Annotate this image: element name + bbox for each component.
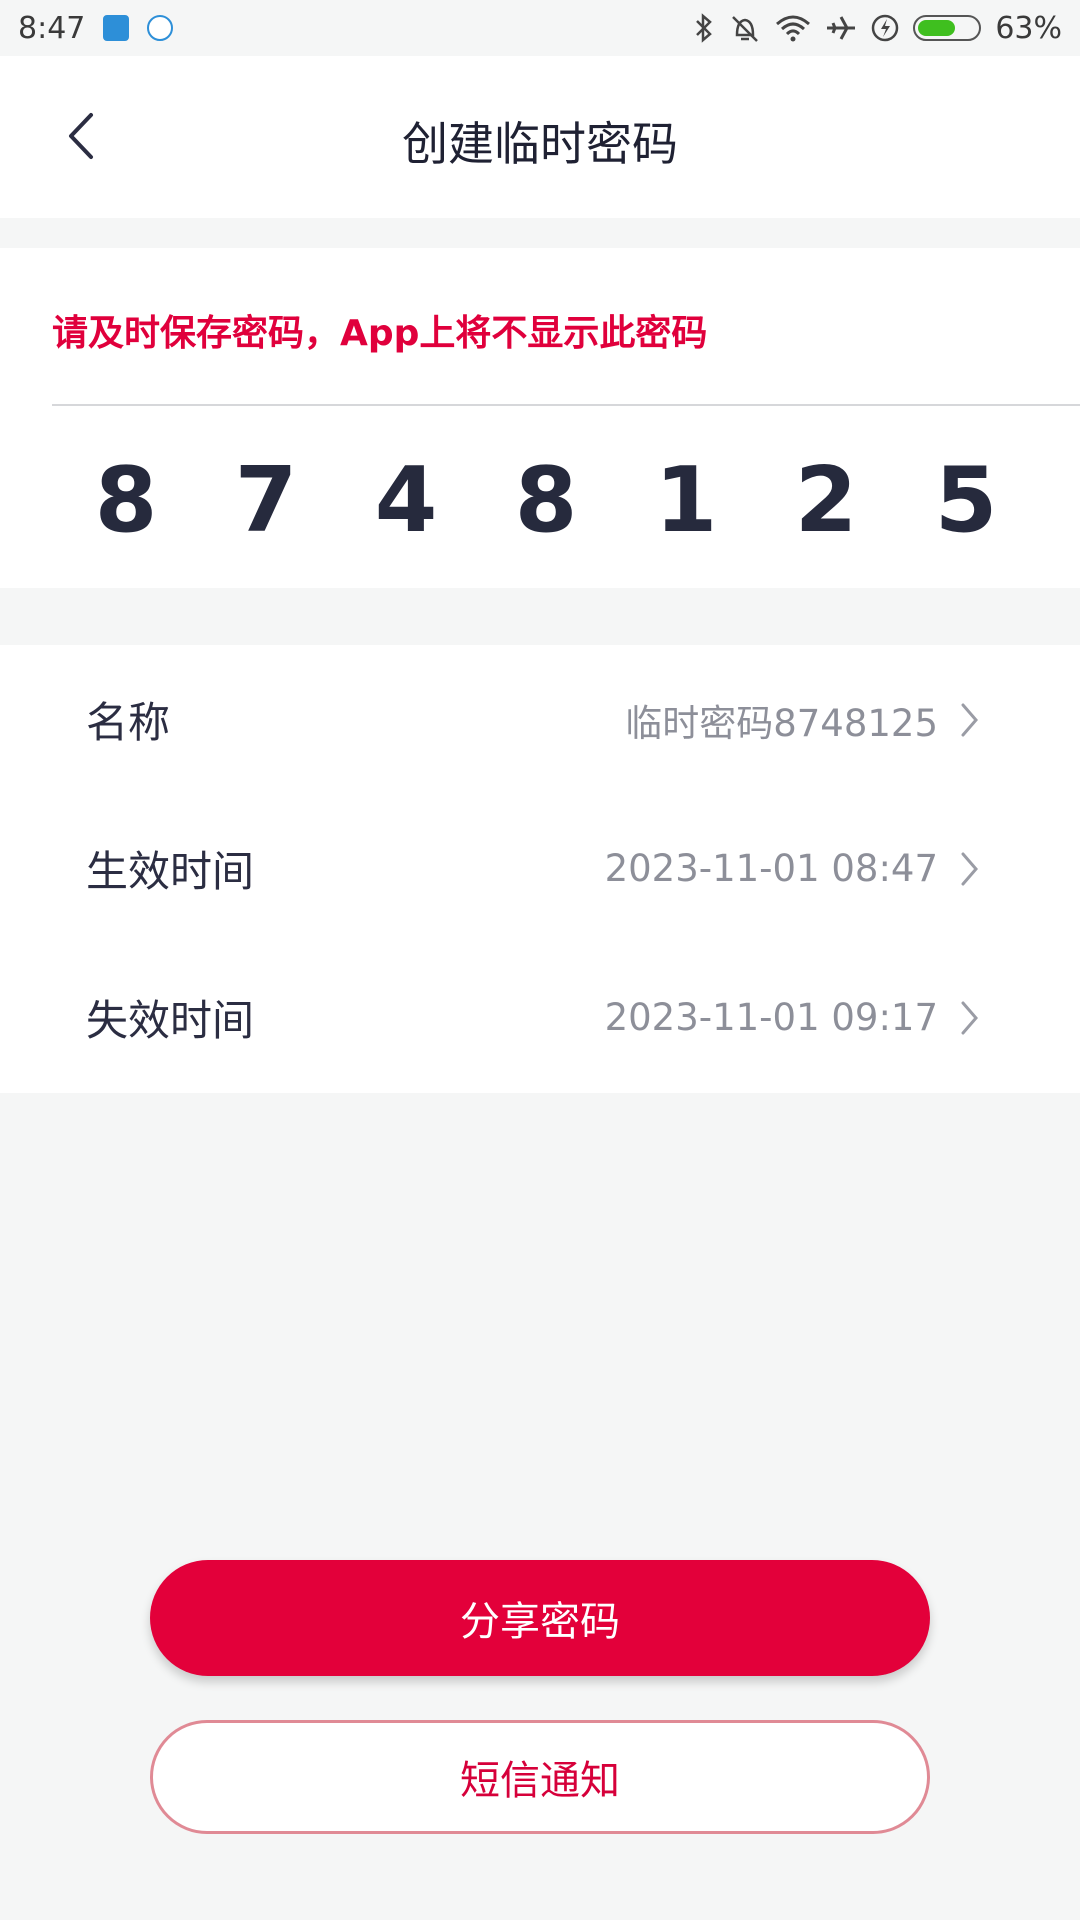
password-digit: 7 [234,448,298,553]
password-digit: 5 [934,448,998,553]
start-time-row[interactable]: 生效时间 2023-11-01 08:47 [0,794,1080,943]
battery-icon [913,15,982,41]
bluetooth-icon [696,13,713,43]
share-password-button[interactable]: 分享密码 [150,1560,930,1676]
row-value: 2023-11-01 09:17 [604,996,938,1039]
alarm-off-icon [732,16,759,42]
iflytek-icon [147,15,174,41]
row-label: 失效时间 [86,996,255,1045]
chevron-right-icon [960,702,980,738]
password-digits: 8 7 4 8 1 2 5 [76,448,1016,553]
battery-percent: 63% [995,10,1062,46]
chevron-right-icon [960,1000,980,1036]
row-label: 生效时间 [86,847,255,896]
status-bar: 8:47 63% [0,0,1080,56]
row-value: 2023-11-01 08:47 [604,847,938,890]
sms-notify-button[interactable]: 短信通知 [150,1720,930,1834]
password-digit: 2 [794,448,858,553]
save-warning-text: 请及时保存密码，App上将不显示此密码 [52,313,708,354]
end-time-row[interactable]: 失效时间 2023-11-01 09:17 [0,943,1080,1092]
page-header: 创建临时密码 [0,56,1080,218]
password-digit: 1 [654,448,718,553]
page-title: 创建临时密码 [402,117,678,171]
password-digit: 4 [374,448,438,553]
status-time: 8:47 [18,10,86,46]
chevron-right-icon [960,851,980,887]
battery-level-fill [918,20,955,36]
password-settings-list: 名称 临时密码8748125 生效时间 2023-11-01 08:47 失效时… [0,645,1080,1093]
divider [52,404,1080,406]
password-digit: 8 [94,448,158,553]
name-row[interactable]: 名称 临时密码8748125 [0,645,1080,794]
airplane-icon [827,16,856,40]
row-value: 临时密码8748125 [625,701,938,745]
password-digit: 8 [514,448,578,553]
charging-icon [872,14,899,42]
password-card: 请及时保存密码，App上将不显示此密码 8 7 4 8 1 2 5 [0,248,1080,588]
app-notification-icon [103,15,130,41]
row-label: 名称 [86,698,171,747]
wifi-icon [776,15,811,42]
